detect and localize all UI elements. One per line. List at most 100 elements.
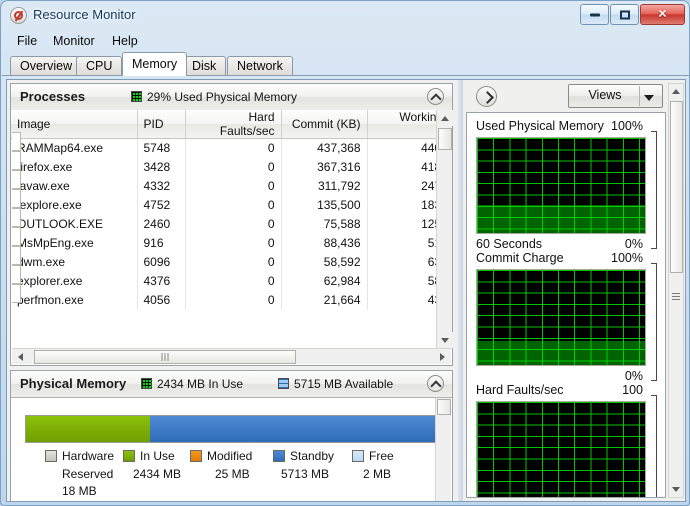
views-separator — [639, 86, 640, 106]
table-row[interactable]: dwm.exe6096058,59263,980 — [11, 252, 452, 272]
scroll-down-icon[interactable] — [437, 332, 453, 348]
scroll-left-icon[interactable] — [12, 349, 28, 365]
legend-item-free: Free — [352, 449, 394, 463]
processes-collapse-chevron-icon[interactable] — [427, 88, 444, 105]
tab-cpu[interactable]: CPU — [76, 56, 123, 76]
client-area: Processes 29% Used Physical Memory Image… — [6, 79, 686, 502]
row-checkbox[interactable] — [12, 151, 21, 170]
processes-summary-text: 29% Used Physical Memory — [147, 90, 298, 104]
memory-segment-standby — [150, 416, 440, 442]
menu-item-help[interactable]: Help — [105, 33, 145, 49]
column-header-hard-faults[interactable]: Hard Faults/sec — [185, 110, 282, 139]
scroll-right-icon[interactable] — [435, 349, 451, 365]
cell-commit: 88,436 — [281, 233, 368, 253]
in-use-legend-swatch-icon — [123, 450, 135, 462]
right-pane-vertical-scrollbar[interactable] — [668, 83, 684, 498]
scrollbar-thumb[interactable] — [670, 101, 683, 273]
memory-legend: Hardware In Use Modified Standby Free Re… — [25, 449, 441, 501]
cell-image: firefox.exe — [11, 157, 138, 177]
tab-strip: Overview CPU Memory Disk Network — [2, 52, 689, 76]
cell-hard-faults: 0 — [185, 157, 282, 177]
physical-memory-panel-header[interactable]: Physical Memory 2434 MB In Use 5715 MB A… — [11, 371, 452, 398]
row-checkbox[interactable] — [12, 284, 21, 303]
graph-max-label-hard-faults: 100 — [622, 383, 643, 397]
cell-pid: 916 — [137, 233, 186, 253]
cell-commit: 367,316 — [281, 157, 368, 177]
cell-commit: 62,984 — [281, 271, 368, 291]
legend-item-modified: Modified — [190, 449, 252, 463]
scroll-up-icon[interactable] — [669, 84, 683, 99]
processes-panel-header[interactable]: Processes 29% Used Physical Memory — [11, 84, 452, 111]
row-checkbox[interactable] — [12, 227, 21, 246]
graph-max-label-commit-charge: 100% — [611, 251, 643, 265]
legend-value-modified: 25 MB — [215, 467, 250, 481]
table-row[interactable]: MsMpEng.exe916088,43651,760 — [11, 233, 452, 253]
physical-memory-collapse-chevron-icon[interactable] — [427, 375, 444, 392]
graph-min-label-commit-charge: 0% — [624, 369, 643, 383]
tab-memory[interactable]: Memory — [122, 52, 188, 76]
cell-image: OUTLOOK.EXE — [11, 214, 138, 234]
graph-bracket — [651, 131, 657, 249]
processes-vertical-scrollbar[interactable] — [436, 110, 453, 348]
graph-max-label-used-physical-memory: 100% — [611, 119, 643, 133]
processes-table: Image PID Hard Faults/sec Commit (KB) Wo… — [11, 110, 452, 310]
table-row[interactable]: explorer.exe4376062,98458,708 — [11, 271, 452, 291]
cell-hard-faults: 0 — [185, 252, 282, 272]
physical-memory-vertical-scrollbar[interactable] — [435, 398, 451, 501]
cell-hard-faults: 0 — [185, 233, 282, 253]
cell-image: MsMpEng.exe — [11, 233, 138, 253]
scroll-up-icon[interactable] — [437, 110, 453, 126]
cell-image: RAMMap64.exe — [11, 138, 138, 158]
tab-network[interactable]: Network — [227, 56, 293, 76]
graph-plot-used-physical-memory — [476, 137, 646, 234]
column-header-image[interactable]: Image — [11, 110, 138, 139]
table-row[interactable]: iexplore.exe47520135,500183,064 — [11, 195, 452, 215]
table-row[interactable]: firefox.exe34280367,316418,184 — [11, 157, 452, 177]
tab-overview[interactable]: Overview — [10, 56, 83, 76]
row-checkbox[interactable] — [12, 265, 21, 284]
menu-item-file[interactable]: File — [10, 33, 44, 49]
row-checkbox[interactable] — [12, 246, 21, 265]
cell-image: iexplore.exe — [11, 195, 138, 215]
close-button[interactable]: ✕ — [640, 4, 685, 25]
column-header-pid[interactable]: PID — [137, 110, 186, 139]
row-checkbox[interactable] — [12, 170, 21, 189]
table-row[interactable]: perfmon.exe4056021,66443,240 — [11, 290, 452, 310]
expand-arrow-icon[interactable] — [476, 86, 497, 107]
table-row[interactable]: RAMMap64.exe57480437,368440,960 — [11, 138, 452, 158]
table-row[interactable]: OUTLOOK.EXE2460075,588125,088 — [11, 214, 452, 234]
chevron-down-icon[interactable] — [644, 95, 654, 101]
graph-title-used-physical-memory: Used Physical Memory — [476, 119, 604, 133]
scroll-down-icon[interactable] — [669, 482, 683, 497]
minimize-button[interactable] — [580, 4, 609, 25]
cell-pid: 2460 — [137, 214, 186, 234]
in-use-summary-text: 2434 MB In Use — [157, 377, 244, 391]
views-button[interactable]: Views — [568, 84, 663, 108]
processes-horizontal-scrollbar[interactable] — [12, 348, 451, 364]
tab-disk[interactable]: Disk — [182, 56, 227, 76]
table-row[interactable]: javaw.exe43320311,792247,200 — [11, 176, 452, 196]
row-checkbox[interactable] — [12, 189, 21, 208]
tab-underline — [2, 75, 689, 76]
graphs-area: Used Physical Memory 100% 60 Seconds 0% … — [466, 112, 666, 498]
row-checkbox[interactable] — [12, 132, 21, 151]
cell-hard-faults: 0 — [185, 271, 282, 291]
menu-item-monitor[interactable]: Monitor — [46, 33, 102, 49]
scrollbar-thumb[interactable] — [438, 128, 452, 150]
hscrollbar-thumb[interactable] — [34, 350, 296, 364]
modified-swatch-icon — [190, 450, 202, 462]
maximize-button[interactable] — [610, 4, 639, 25]
physical-memory-available-summary: 5715 MB Available — [278, 377, 393, 391]
right-pane: Views Used Physical Memory 100% 60 Secon… — [463, 80, 685, 501]
available-swatch-icon — [278, 378, 289, 389]
row-checkbox[interactable] — [12, 208, 21, 227]
scrollbar-thumb[interactable] — [437, 399, 451, 415]
minimize-icon — [589, 13, 600, 16]
scrollbar-grip-icon — [672, 293, 680, 300]
column-header-commit[interactable]: Commit (KB) — [281, 110, 368, 139]
cell-commit: 135,500 — [281, 195, 368, 215]
cell-commit: 58,592 — [281, 252, 368, 272]
close-icon: ✕ — [657, 8, 668, 20]
cell-commit: 21,664 — [281, 290, 368, 310]
graph-plot-commit-charge — [476, 269, 646, 366]
